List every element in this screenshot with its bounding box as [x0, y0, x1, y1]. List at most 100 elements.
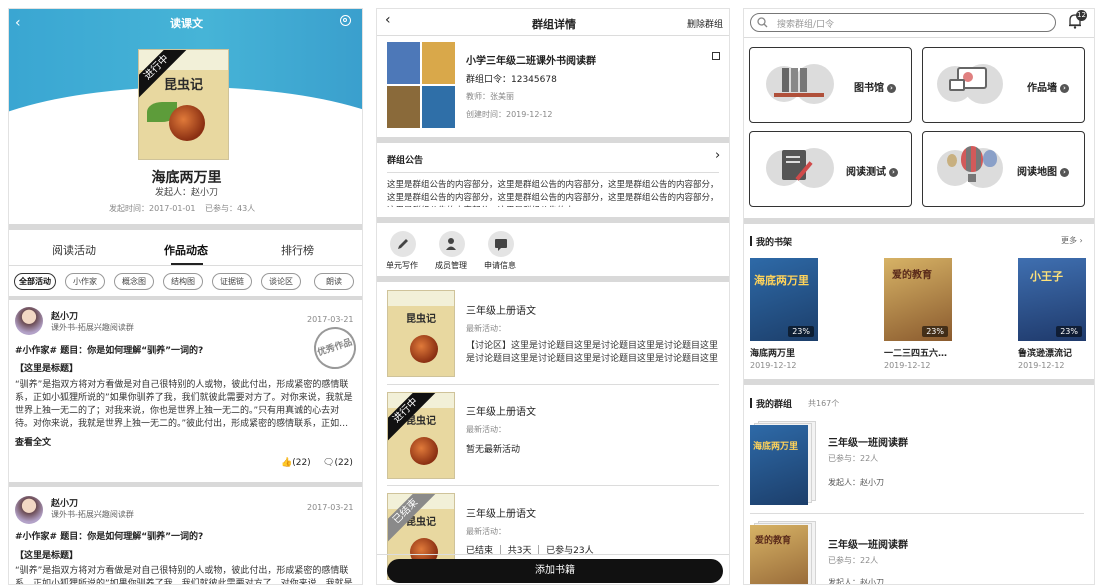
member-manage-icon[interactable]	[439, 231, 465, 257]
search-input[interactable]: 搜索群组/口令	[750, 13, 1056, 32]
comment-count: (22)	[334, 458, 353, 468]
notice-label[interactable]: 群组公告	[387, 153, 423, 166]
library-card[interactable]: 图书馆 ›	[749, 47, 912, 123]
post-body: “驯养”是指双方将对方看做是对自己很特别的人或物，彼此付出，形成紧密的感情联系，…	[15, 380, 353, 429]
comment-button[interactable]: 🗨(22)	[323, 458, 353, 468]
arrow-right-icon: ›	[1060, 84, 1069, 93]
balloon-icon	[943, 146, 1003, 190]
like-button[interactable]: 👍(22)	[281, 458, 311, 468]
more-link[interactable]: 更多 ›	[1061, 235, 1083, 246]
chip-structure-map[interactable]: 结构图	[163, 273, 203, 290]
gallery-card[interactable]: 作品墙 ›	[922, 47, 1085, 123]
latest-label: 最新活动：	[466, 425, 506, 434]
home-screen: 搜索群组/口令 12 图书馆 › 作品墙 › 阅读测试 › 阅读地图 › 我的书…	[743, 8, 1095, 585]
joined-count: 已参与：43人	[205, 204, 256, 213]
activity-detail-screen: ‹ 读课文 昆虫记 进行中 海底两万里 发起人：赵小刀 发起时间：2017-01…	[8, 8, 363, 585]
action-apply-info[interactable]: 申请信息	[484, 260, 516, 271]
tab-ranking[interactable]: 排行榜	[281, 242, 314, 258]
action-member-manage[interactable]: 成员管理	[435, 260, 467, 271]
bookshelf-icon	[774, 68, 824, 98]
delete-group-button[interactable]: 删除群组	[687, 17, 723, 30]
post-group: 课外书-拓展兴趣阅读群	[51, 323, 134, 332]
post-topic: #小作家# 题目：你是如何理解“驯养”一词的?	[15, 532, 204, 542]
avatar[interactable]	[15, 307, 43, 335]
avatar[interactable]	[15, 496, 43, 524]
search-icon	[757, 17, 768, 28]
page-title: 读课文	[170, 17, 203, 30]
arrow-right-icon: ›	[889, 168, 898, 177]
post-topic: #小作家# 题目：你是如何理解“驯养”一词的?	[15, 346, 204, 356]
post-author[interactable]: 赵小刀	[51, 496, 78, 509]
reading-test-card[interactable]: 阅读测试 ›	[749, 131, 912, 207]
book-name: 海底两万里	[151, 170, 222, 186]
unit-writing-icon[interactable]	[390, 231, 416, 257]
group-created: 创建时间：2019-12-12	[466, 110, 553, 119]
post-heading: 【这里是标题】	[15, 551, 79, 561]
book-cover: 爱的教育	[750, 525, 808, 584]
arrow-right-icon: ›	[1060, 168, 1069, 177]
action-unit-writing[interactable]: 单元写作	[386, 260, 418, 271]
latest-activity: 暂无最新活动	[466, 445, 521, 455]
group-sponsor: 发起人：赵小刀	[828, 478, 884, 487]
chip-evidence-chain[interactable]: 证据链	[212, 273, 252, 290]
settings-icon[interactable]	[340, 15, 351, 26]
group-cover-collage	[387, 42, 455, 128]
edit-icon[interactable]	[712, 52, 720, 60]
shelf-book-date: 2019-12-12	[750, 361, 797, 370]
book-cover: 小王子 23%	[1018, 258, 1086, 341]
post-date: 2017-03-21	[307, 503, 354, 512]
book-cover: 海底两万里	[750, 425, 808, 505]
group-joined: 已参与：22人	[828, 454, 879, 463]
sponsor-text: 发起人：赵小刀	[154, 188, 218, 198]
excellent-stamp: 优秀作品	[308, 321, 362, 375]
section-title-shelf: 我的书架	[756, 238, 793, 248]
message-icon[interactable]	[488, 231, 514, 257]
progress-badge: 23%	[922, 326, 948, 337]
book-cover: 昆虫记 进行中	[387, 392, 455, 479]
comment-icon: 🗨	[323, 458, 335, 468]
book-row-title: 三年级上册语文	[466, 509, 536, 520]
post-heading: 【这里是标题】	[15, 364, 79, 374]
chip-discussion[interactable]: 谈论区	[261, 273, 301, 290]
chip-writer[interactable]: 小作家	[65, 273, 105, 290]
chip-all[interactable]: 全部活动	[14, 273, 56, 290]
tab-works[interactable]: 作品动态	[164, 242, 208, 258]
card-label: 阅读地图 ›	[1017, 163, 1069, 178]
reading-map-card[interactable]: 阅读地图 ›	[922, 131, 1085, 207]
read-more-link[interactable]: 查看全文	[15, 435, 51, 448]
thumb-up-icon: 👍	[281, 458, 293, 468]
group-sponsor: 发起人：赵小刀	[828, 578, 884, 585]
latest-activity: 【讨论区】这里是讨论题目这里是讨论题目这里是讨论题目这里是讨论题目这里是讨论题目…	[466, 341, 719, 364]
gallery-icon	[949, 65, 993, 97]
group-name: 小学三年级二班课外书阅读群	[466, 56, 596, 67]
section-title-groups: 我的群组	[756, 400, 793, 410]
card-label: 阅读测试 ›	[846, 163, 898, 178]
start-time: 发起时间：2017-01-01	[109, 204, 196, 213]
post-author[interactable]: 赵小刀	[51, 309, 78, 322]
card-label: 作品墙 ›	[1027, 79, 1069, 94]
group-teacher: 教师：张美丽	[466, 92, 514, 101]
notice-text: 这里是群组公告的内容部分，这里是群组公告的内容部分，这里是群组公告的内容部分，这…	[387, 180, 719, 207]
bell-icon[interactable]: 12	[1068, 10, 1087, 29]
add-book-button[interactable]: 添加书籍	[387, 559, 723, 583]
book-row-title: 三年级上册语文	[466, 407, 536, 418]
tab-reading-activity[interactable]: 阅读活动	[52, 242, 96, 258]
group-count: 共167个	[808, 399, 840, 408]
group-joined: 已参与：22人	[828, 556, 879, 565]
group-code: 群组口令：12345678	[466, 75, 557, 85]
chip-concept-map[interactable]: 概念图	[114, 273, 154, 290]
latest-label: 最新活动：	[466, 324, 506, 333]
post-date: 2017-03-21	[307, 315, 354, 324]
shelf-book-name: 鲁滨逊漂流记	[1018, 349, 1073, 359]
chevron-right-icon[interactable]: ›	[715, 148, 720, 163]
group-name: 三年级一班阅读群	[828, 438, 908, 449]
post-group: 课外书-拓展兴趣阅读群	[51, 510, 134, 519]
chip-read-aloud[interactable]: 朗读	[314, 273, 354, 290]
book-cover: 昆虫记 进行中	[138, 49, 229, 160]
shelf-book-date: 2019-12-12	[1018, 361, 1065, 370]
arrow-right-icon: ›	[887, 84, 896, 93]
book-cover: 爱的教育 23%	[884, 258, 952, 341]
group-name: 三年级一班阅读群	[828, 540, 908, 551]
notify-badge: 12	[1076, 10, 1087, 21]
latest-label: 最新活动：	[466, 527, 506, 536]
